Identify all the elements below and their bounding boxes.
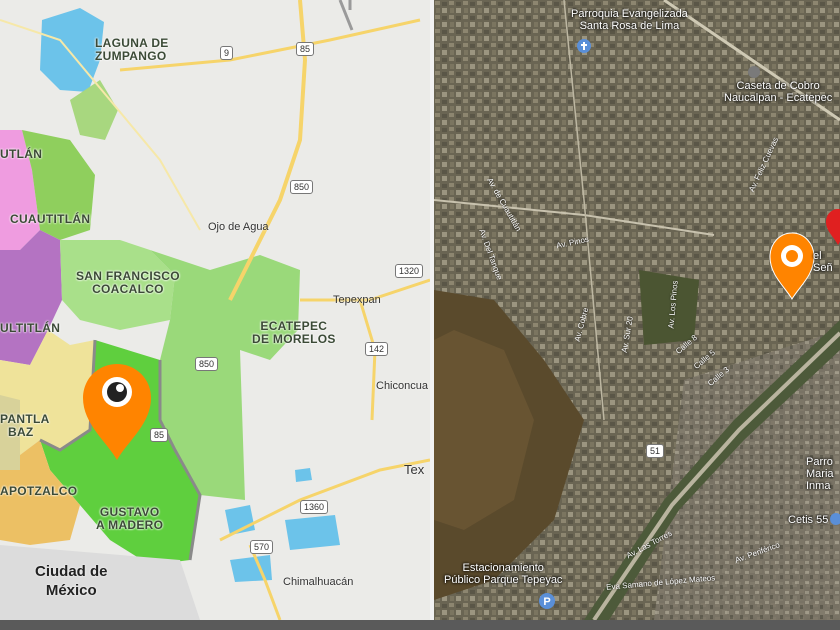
- label-parroquia2-line2: Maria Inma: [806, 468, 834, 492]
- label-laguna-line2: ZUMPANGO: [95, 49, 167, 63]
- label-estacionamiento-line1: Estacionamiento: [462, 562, 544, 574]
- route-shield-142: 142: [365, 342, 389, 356]
- svg-text:P: P: [543, 596, 550, 608]
- label-caseta-line1: Caseta de Cobro: [736, 80, 820, 92]
- label-ecatepec: ECATEPEC DE MORELOS: [252, 320, 336, 346]
- label-laguna-zumpango: LAGUNA DE ZUMPANGO: [95, 37, 169, 63]
- label-estacionamiento-line2: Público Parque Tepeyac: [444, 574, 563, 586]
- route-shield-51: 51: [646, 444, 665, 458]
- label-parroquia-line2: Santa Rosa de Lima: [579, 20, 680, 32]
- route-shield-570: 570: [250, 540, 274, 554]
- satellite-map[interactable]: P Parroquia Evangelizada Santa Rosa de L…: [434, 0, 840, 620]
- bottom-bar: [0, 620, 840, 630]
- route-shield-850b: 850: [195, 357, 219, 371]
- route-shield-850: 850: [290, 180, 314, 194]
- label-caseta-line2: Naucalpan - Ecatepec: [724, 92, 833, 104]
- label-san-francisco-coacalco: SAN FRANCISCO COACALCO: [76, 270, 180, 296]
- label-gustavo-line2: A MADERO: [96, 518, 164, 532]
- comparison-view: LAGUNA DE ZUMPANGO UTLÁN CUAUTITLÁN SAN …: [0, 0, 840, 630]
- label-ecatepec-line2: DE MORELOS: [252, 332, 336, 346]
- political-map[interactable]: LAGUNA DE ZUMPANGO UTLÁN CUAUTITLÁN SAN …: [0, 0, 430, 620]
- label-parroquia2-line1: Parro: [806, 456, 833, 468]
- place-ciudad-de-mexico: Ciudad de México: [35, 562, 108, 600]
- label-tlalnepantla: PANTLA BAZ: [0, 413, 50, 439]
- route-shield-85b: 85: [150, 428, 169, 442]
- label-gustavo-madero: GUSTAVO A MADERO: [96, 506, 163, 532]
- label-tultitlan: ULTITLÁN: [0, 321, 61, 335]
- label-azcapotzalco: APOTZALCO: [0, 484, 78, 498]
- label-sf-line2: COACALCO: [92, 282, 164, 296]
- route-shield-1360: 1360: [300, 500, 329, 514]
- highway-142: [358, 299, 377, 421]
- label-parroquia-maria: Parro Maria Inma: [806, 456, 840, 492]
- label-parroquia-santa-rosa: Parroquia Evangelizada Santa Rosa de Lim…: [571, 8, 688, 32]
- label-ciudad-line1: Ciudad de: [35, 563, 108, 580]
- label-senor: el Señ: [813, 250, 833, 274]
- toll-booth-icon[interactable]: [748, 66, 760, 78]
- route-shield-9: 9: [220, 46, 234, 60]
- label-caseta-cobro: Caseta de Cobro Naucalpan - Ecatepec: [724, 80, 832, 104]
- label-estacionamiento: Estacionamiento Público Parque Tepeyac: [444, 562, 562, 586]
- label-parroquia-line1: Parroquia Evangelizada: [571, 8, 688, 20]
- label-ciudad-line2: México: [45, 582, 97, 599]
- parking-icon[interactable]: P: [539, 593, 555, 609]
- lake-small: [295, 468, 312, 482]
- label-tlalnepantla-line2: BAZ: [8, 425, 34, 439]
- label-cuautitlan: CUAUTITLÁN: [10, 212, 91, 226]
- route-shield-85: 85: [296, 42, 315, 56]
- route-shield-1320: 1320: [395, 264, 424, 278]
- map-canvas: [0, 0, 430, 620]
- place-chiconcuac: Chiconcua: [376, 380, 428, 392]
- place-icon[interactable]: [577, 39, 591, 53]
- place-ojo-de-agua: Ojo de Agua: [208, 221, 269, 233]
- road-north: [338, 0, 354, 31]
- label-cetis: Cetis 55: [788, 514, 829, 526]
- label-cuautitlan-top: UTLÁN: [0, 147, 43, 161]
- place-chimalhuacan: Chimalhuacán: [283, 576, 354, 588]
- highway-85: [228, 0, 308, 301]
- place-tepexpan: Tepexpan: [333, 294, 381, 306]
- lake-texcoco-b: [285, 515, 340, 550]
- place-texcoco: Tex: [404, 462, 425, 477]
